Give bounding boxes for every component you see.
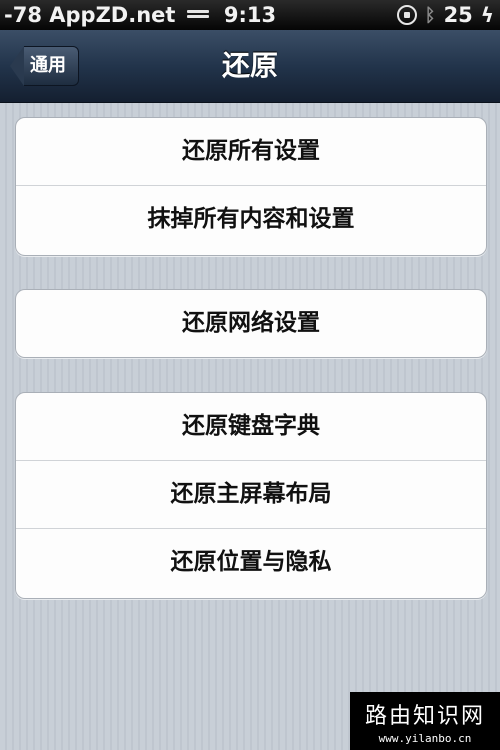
watermark-title: 路由知识网 <box>364 704 485 729</box>
reset-keyboard-dictionary-cell[interactable]: 还原键盘字典 <box>16 393 486 461</box>
reset-group-3: 还原键盘字典 还原主屏幕布局 还原位置与隐私 <box>15 392 487 599</box>
back-button-label: 通用 <box>24 46 79 86</box>
rotation-lock-icon <box>396 5 417 25</box>
battery-percentage: 25 <box>443 3 473 27</box>
back-button[interactable]: 通用 <box>10 46 79 86</box>
status-bar: -78 AppZD.net 9:13 ᛒ 25 ϟ <box>0 0 500 30</box>
charging-bolt-icon: ϟ <box>480 3 494 27</box>
bluetooth-icon: ᛒ <box>424 4 436 26</box>
reset-home-screen-layout-cell[interactable]: 还原主屏幕布局 <box>16 461 486 529</box>
back-arrow-icon <box>10 46 24 86</box>
reset-all-settings-cell[interactable]: 还原所有设置 <box>16 118 486 186</box>
navigation-bar: 还原 通用 <box>0 30 500 103</box>
watermark-url: www.yilanbo.cn <box>378 732 472 745</box>
erase-all-content-cell[interactable]: 抹掉所有内容和设置 <box>16 186 486 253</box>
watermark: 路由知识网 www.yilanbo.cn <box>350 692 500 750</box>
reset-group-2: 还原网络设置 <box>15 289 487 358</box>
status-right: ᛒ 25 ϟ <box>396 3 494 27</box>
reset-location-privacy-cell[interactable]: 还原位置与隐私 <box>16 529 486 596</box>
reset-network-settings-cell[interactable]: 还原网络设置 <box>16 290 486 357</box>
reset-group-1: 还原所有设置 抹掉所有内容和设置 <box>15 117 487 256</box>
